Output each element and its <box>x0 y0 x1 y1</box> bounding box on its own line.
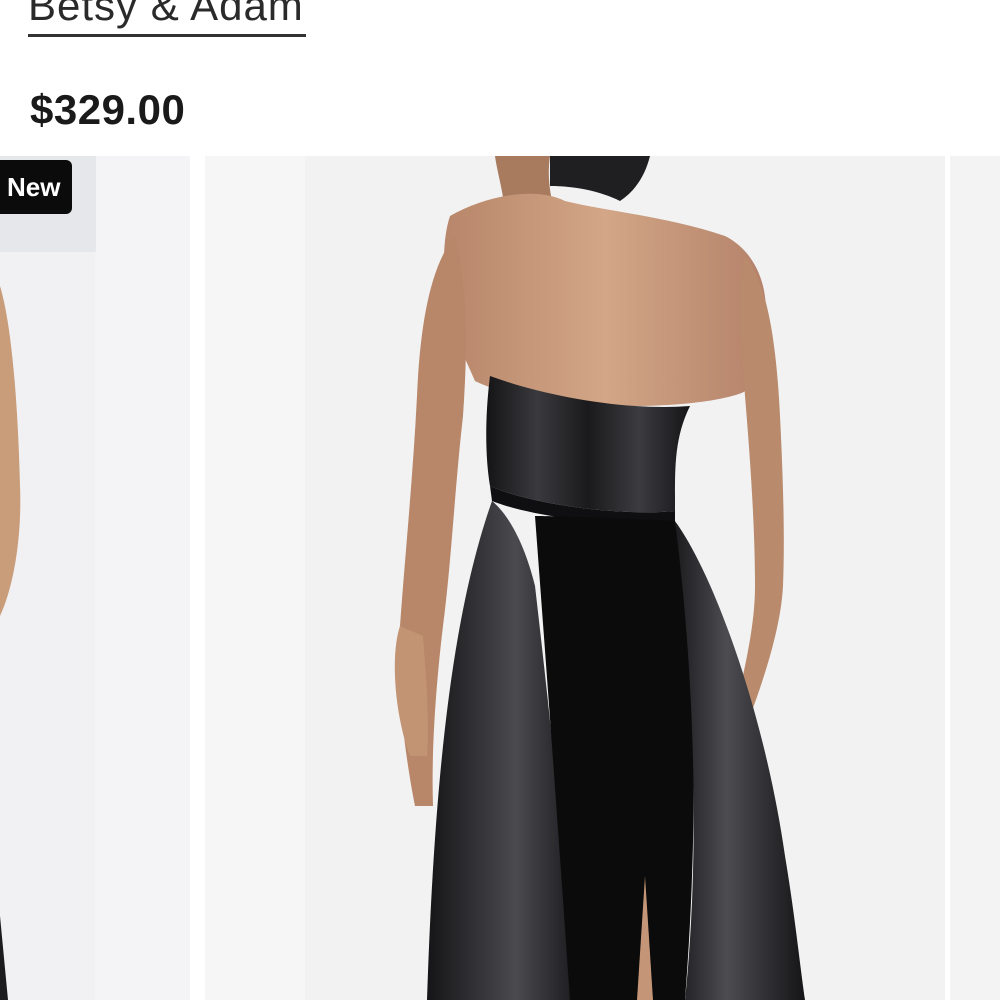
product-price: $329.00 <box>30 86 186 133</box>
dress-photo-main <box>205 156 945 1000</box>
product-image-prev[interactable]: New <box>0 156 190 1000</box>
product-page: Betsy & Adam $329.00 New <box>0 0 1000 1000</box>
product-image-next[interactable] <box>950 156 1000 1000</box>
brand-link[interactable]: Betsy & Adam <box>28 0 306 37</box>
new-badge: New <box>0 160 73 214</box>
dress-photo-next <box>950 156 1000 1000</box>
product-image-main[interactable] <box>205 156 945 1000</box>
image-carousel[interactable]: New <box>0 156 1000 1000</box>
dress-photo-prev <box>0 156 190 1000</box>
